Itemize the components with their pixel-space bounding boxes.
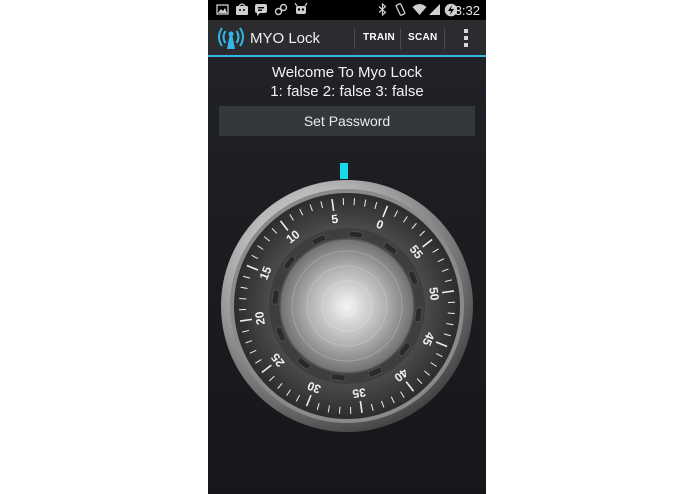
scan-button[interactable]: SCAN (408, 32, 438, 43)
action-bar: MYO Lock TRAIN SCAN (208, 20, 486, 57)
dial-notch (348, 230, 364, 239)
status-bar: 3:32 (208, 0, 486, 20)
set-password-button[interactable]: Set Password (219, 106, 475, 136)
dial-number: 20 (252, 310, 268, 325)
signal-icon (429, 4, 440, 15)
dial-notch (271, 289, 280, 305)
welcome-text: Welcome To Myo Lock (271, 64, 423, 81)
action-divider (444, 29, 445, 49)
dial-number: 50 (426, 286, 442, 301)
link-icon (274, 3, 288, 16)
dial-notch (330, 373, 346, 382)
action-divider (400, 29, 401, 49)
combination-dial[interactable]: 051015202530 3540455055 (219, 178, 475, 434)
wifi-icon (412, 4, 427, 15)
action-divider (354, 29, 355, 49)
gesture-status-text: 1: false 2: false 3: false (270, 83, 424, 100)
dial-pointer (340, 163, 348, 179)
dial-number: 35 (351, 385, 366, 401)
image-icon (216, 4, 229, 15)
dial-notch (414, 307, 423, 323)
status-clock: 3:32 (454, 3, 480, 18)
android-market-icon (236, 3, 248, 15)
vibrate-icon (395, 3, 406, 16)
android-icon (294, 3, 308, 14)
dial-knob (279, 238, 415, 374)
phone-screen: 3:32 MYO Lock TRAIN SCAN Welcome To Myo … (208, 0, 486, 494)
bluetooth-icon (378, 3, 387, 16)
chat-icon (255, 4, 267, 16)
app-title: MYO Lock (250, 30, 321, 47)
overflow-menu-icon[interactable] (464, 29, 468, 50)
signal-logo-icon (218, 27, 244, 49)
train-button[interactable]: TRAIN (363, 32, 395, 43)
